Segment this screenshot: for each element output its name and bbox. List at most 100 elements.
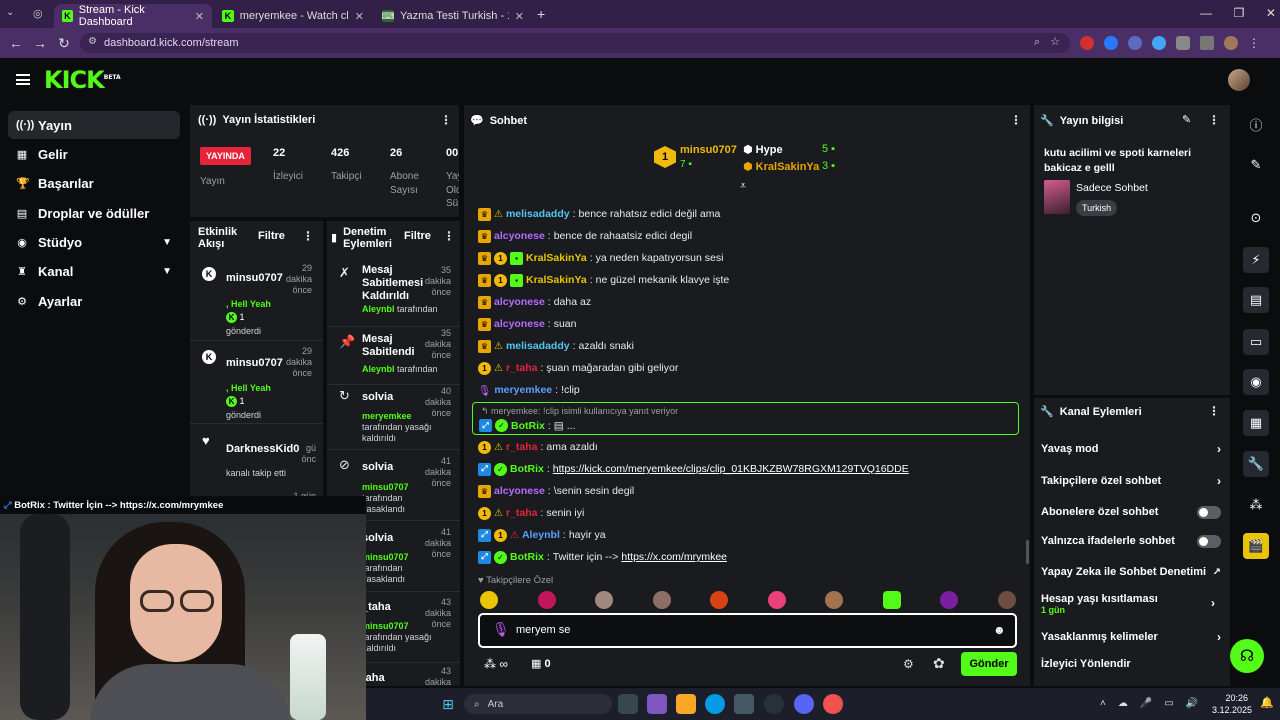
send-button[interactable]: Gönder	[961, 652, 1017, 676]
chat-input[interactable]: 🎙 meryem se ☻	[478, 613, 1017, 648]
collapse-leaderboard-icon[interactable]: ⩡	[740, 180, 746, 193]
moderator-name[interactable]: Aleynbl	[362, 304, 395, 314]
username[interactable]: KralSakinYa	[526, 252, 587, 264]
moderator-name[interactable]: Aleynbl	[362, 364, 395, 374]
username[interactable]: alcyonese	[494, 485, 545, 497]
event-title[interactable]: solvia	[362, 391, 393, 403]
username[interactable]: BotRix	[511, 420, 545, 432]
emoji-picker-icon[interactable]: ☻	[993, 623, 1006, 637]
url-field[interactable]: ⚙ dashboard.kick.com/stream ⌕ ☆	[80, 33, 1070, 53]
zoom-icon[interactable]: ⌕	[1034, 36, 1040, 49]
browser-tab-3[interactable]: ⌨ Yazma Testi Turkish - 10FastFingers ✕	[374, 4, 532, 28]
back-icon[interactable]: ←	[4, 35, 28, 51]
username[interactable]: minsu0707	[226, 357, 283, 369]
moderator-name[interactable]: minsu0707	[362, 621, 409, 631]
message-link[interactable]: https://kick.com/meryemkee/clips/clip_01…	[553, 463, 909, 475]
moderator-name[interactable]: minsu0707	[362, 552, 409, 562]
menu-icon[interactable]: ⋮	[1248, 36, 1260, 50]
banned-words-action[interactable]: Yasaklanmış kelimeler ›	[1041, 624, 1221, 650]
event-title[interactable]: _taha	[362, 601, 391, 613]
event-title[interactable]: solvia	[362, 532, 393, 544]
copilot-icon[interactable]	[647, 694, 667, 714]
wrench-icon[interactable]: 🔧	[1243, 451, 1269, 477]
support-headset-icon[interactable]: ☊	[1230, 639, 1264, 673]
chevron-up-icon[interactable]: ˄	[1100, 698, 1106, 709]
sidebar-item-kanal[interactable]: ♜ Kanal ▼	[8, 257, 180, 285]
minimize-icon[interactable]: —	[1200, 6, 1212, 20]
stream-tag[interactable]: Turkish	[1076, 200, 1118, 216]
more-options-icon[interactable]: ⋮	[443, 229, 455, 243]
puzzle-icon[interactable]	[1176, 36, 1190, 50]
taskbar-search[interactable]: ⌕ Ara	[464, 694, 612, 714]
tab-groups-icon[interactable]: ◎	[33, 7, 47, 21]
emote-only-toggle[interactable]	[1197, 534, 1221, 548]
subscribers-only-toggle[interactable]	[1197, 505, 1221, 519]
task-view-icon[interactable]	[618, 694, 638, 714]
event-title[interactable]: solvia	[362, 461, 393, 473]
file-explorer-icon[interactable]	[676, 694, 696, 714]
moderator-name[interactable]: meryemkee	[362, 411, 412, 421]
more-options-icon[interactable]: ⋮	[1208, 404, 1220, 418]
document-icon[interactable]: ▤	[1243, 287, 1269, 313]
leaderboard-top-user[interactable]: minsu0707	[680, 144, 737, 156]
category-name[interactable]: Sadece Sohbet	[1076, 182, 1148, 194]
leaderboard-second[interactable]: ⬢ KralSakinYa	[743, 160, 819, 173]
slow-mode-action[interactable]: Yavaş mod ›	[1041, 436, 1221, 462]
category-thumbnail[interactable]	[1044, 180, 1070, 214]
hamburger-menu-icon[interactable]	[16, 74, 30, 85]
clock[interactable]: 20:26 3.12.2025	[1212, 693, 1252, 716]
tab-list-icon[interactable]: ⌄	[6, 7, 22, 21]
username[interactable]: meryemkee	[494, 384, 552, 396]
extension-icon[interactable]	[1080, 36, 1094, 50]
app-icon[interactable]	[764, 694, 784, 714]
emote-menu-icon[interactable]: ✿	[933, 655, 945, 672]
chrome-icon[interactable]	[823, 694, 843, 714]
sidebar-item-basarilar[interactable]: 🏆 Başarılar	[8, 169, 180, 197]
ai-moderation-action[interactable]: Yapay Zeka ile Sohbet Denetimi ↗	[1041, 559, 1221, 585]
lightning-icon[interactable]: ⚡	[1243, 247, 1269, 273]
account-age-action[interactable]: Hesap yaşı kısıtlaması 1 gün	[1041, 590, 1221, 618]
sidebar-item-gelir[interactable]: ▦ Gelir	[8, 140, 180, 168]
cloud-icon[interactable]: ☁	[1118, 698, 1128, 709]
edit-pencil-icon[interactable]: ✎	[1243, 152, 1269, 178]
store-icon[interactable]	[734, 694, 754, 714]
extension-icon[interactable]	[1128, 36, 1142, 50]
subscribers-only-action[interactable]: Abonelere özel sohbet	[1041, 499, 1221, 525]
extension-icon[interactable]	[1152, 36, 1166, 50]
emote-icon[interactable]	[940, 591, 959, 609]
filter-button[interactable]: Filtre	[258, 230, 285, 242]
emote-only-action[interactable]: Yalnızca ifadelerle sohbet	[1041, 528, 1221, 554]
clapper-icon[interactable]: 🎬	[1243, 533, 1269, 559]
more-options-icon[interactable]: ⋮	[1010, 113, 1022, 127]
username[interactable]: alcyonese	[494, 318, 545, 330]
emote-icon[interactable]	[825, 591, 844, 609]
emote-icon[interactable]	[652, 591, 671, 609]
network-icon[interactable]: ▭	[1164, 698, 1173, 709]
close-icon[interactable]: ✕	[195, 10, 204, 23]
username[interactable]: r_taha	[506, 362, 538, 374]
forward-icon[interactable]: →	[28, 35, 52, 51]
username[interactable]: r_taha	[506, 441, 538, 453]
chat-scrollbar[interactable]	[1026, 540, 1029, 564]
close-window-icon[interactable]: ✕	[1266, 6, 1276, 20]
raid-action[interactable]: İzleyici Yönlendir	[1041, 651, 1221, 677]
extension-icon[interactable]	[1104, 36, 1118, 50]
filter-button[interactable]: Filtre	[404, 230, 431, 242]
more-options-icon[interactable]: ⋮	[302, 229, 314, 243]
info-icon[interactable]: ⓘ	[1243, 111, 1269, 137]
emote-icon[interactable]	[997, 591, 1016, 609]
emote-icon[interactable]	[595, 591, 614, 609]
points-display[interactable]: ▦ 0	[531, 657, 551, 670]
bookmark-star-icon[interactable]: ☆	[1050, 35, 1060, 48]
notifications-icon[interactable]: 🔔	[1260, 696, 1274, 709]
windows-start-icon[interactable]: ⊞	[438, 694, 458, 714]
sidebar-item-yayin[interactable]: ((·)) Yayın	[8, 111, 180, 139]
chat-bubble-icon[interactable]: ▭	[1243, 329, 1269, 355]
edge-icon[interactable]	[705, 694, 725, 714]
site-info-icon[interactable]: ⚙	[88, 36, 97, 47]
emote-icon[interactable]	[480, 591, 498, 609]
webcam-icon[interactable]: ⊙	[1243, 205, 1269, 231]
restore-icon[interactable]: ❐	[1234, 6, 1245, 20]
username[interactable]: DarknessKid0	[226, 443, 299, 455]
volume-icon[interactable]: 🔊	[1186, 698, 1198, 709]
